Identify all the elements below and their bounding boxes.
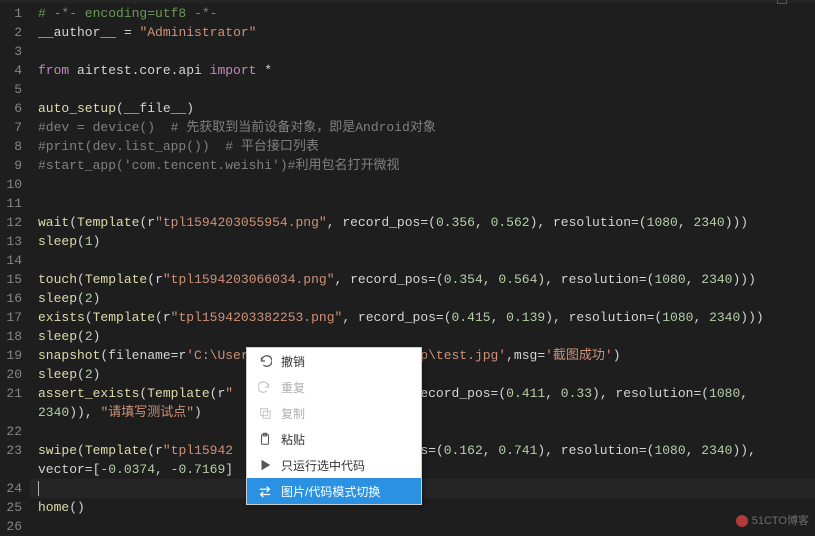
menu-item-toggle-mode[interactable]: 图片/代码模式切换 bbox=[247, 478, 421, 504]
line-number: 2 bbox=[4, 23, 22, 42]
line-number: 16 bbox=[4, 289, 22, 308]
code-area[interactable]: # -*- encoding=utf8 -*-__author__ = "Adm… bbox=[30, 0, 815, 532]
code-line[interactable] bbox=[30, 479, 815, 498]
line-number: 3 bbox=[4, 42, 22, 61]
line-number: 4 bbox=[4, 61, 22, 80]
line-number: 9 bbox=[4, 156, 22, 175]
code-line[interactable] bbox=[30, 175, 815, 194]
code-line[interactable]: swipe(Template(r"tpl15942 s=(0.162, 0.74… bbox=[30, 441, 815, 460]
line-number: 18 bbox=[4, 327, 22, 346]
context-menu[interactable]: 撤销重复复制粘贴只运行选中代码图片/代码模式切换 bbox=[246, 347, 422, 505]
line-number: 24 bbox=[4, 479, 22, 498]
line-number: 20 bbox=[4, 365, 22, 384]
code-line[interactable] bbox=[30, 42, 815, 61]
line-number: 14 bbox=[4, 251, 22, 270]
line-number: 5 bbox=[4, 80, 22, 99]
line-number: 19 bbox=[4, 346, 22, 365]
line-number: 26 bbox=[4, 517, 22, 536]
line-number: 10 bbox=[4, 175, 22, 194]
menu-item-label: 只运行选中代码 bbox=[281, 457, 365, 474]
line-number-gutter: 1234567891011121314151617181920212223242… bbox=[0, 0, 30, 532]
menu-item-paste[interactable]: 粘贴 bbox=[247, 426, 421, 452]
code-line[interactable] bbox=[30, 194, 815, 213]
menu-item-label: 撤销 bbox=[281, 353, 305, 370]
copy-icon bbox=[257, 405, 273, 421]
line-number: 17 bbox=[4, 308, 22, 327]
menu-item-undo[interactable]: 撤销 bbox=[247, 348, 421, 374]
code-line[interactable]: auto_setup(__file__) bbox=[30, 99, 815, 118]
line-number: 21 bbox=[4, 384, 22, 403]
code-line[interactable]: touch(Template(r"tpl1594203066034.png", … bbox=[30, 270, 815, 289]
menu-item-label: 复制 bbox=[281, 405, 305, 422]
watermark-logo-icon bbox=[736, 515, 748, 527]
menu-item-run-selection[interactable]: 只运行选中代码 bbox=[247, 452, 421, 478]
menu-item-copy: 复制 bbox=[247, 400, 421, 426]
watermark: 51CTO博客 bbox=[736, 512, 809, 528]
code-line[interactable] bbox=[30, 251, 815, 270]
line-number: 1 bbox=[4, 4, 22, 23]
line-number: 13 bbox=[4, 232, 22, 251]
undo-icon bbox=[257, 353, 273, 369]
code-line[interactable]: sleep(2) bbox=[30, 289, 815, 308]
code-line[interactable]: from airtest.core.api import * bbox=[30, 61, 815, 80]
code-line[interactable]: # -*- encoding=utf8 -*- bbox=[30, 4, 815, 23]
line-number: 25 bbox=[4, 498, 22, 517]
line-number: 15 bbox=[4, 270, 22, 289]
line-number: 22 bbox=[4, 422, 22, 441]
line-number bbox=[4, 460, 22, 479]
line-number: 11 bbox=[4, 194, 22, 213]
menu-item-label: 粘贴 bbox=[281, 431, 305, 448]
code-line[interactable] bbox=[30, 80, 815, 99]
line-number: 12 bbox=[4, 213, 22, 232]
code-line[interactable]: #print(dev.list_app()) # 平台接口列表 bbox=[30, 137, 815, 156]
line-number: 23 bbox=[4, 441, 22, 460]
paste-icon bbox=[257, 431, 273, 447]
code-line[interactable] bbox=[30, 422, 815, 441]
code-line[interactable] bbox=[30, 517, 815, 536]
code-line[interactable]: __author__ = "Administrator" bbox=[30, 23, 815, 42]
watermark-text: 51CTO博客 bbox=[752, 515, 809, 527]
code-line[interactable]: 2340)), "请填写测试点") bbox=[30, 403, 815, 422]
line-number: 8 bbox=[4, 137, 22, 156]
code-line[interactable]: sleep(1) bbox=[30, 232, 815, 251]
code-line[interactable]: sleep(2) bbox=[30, 365, 815, 384]
code-line[interactable]: assert_exists(Template(r" record_pos=(0.… bbox=[30, 384, 815, 403]
code-line[interactable]: #start_app('com.tencent.weishi')#利用包名打开微… bbox=[30, 156, 815, 175]
menu-item-label: 重复 bbox=[281, 379, 305, 396]
code-line[interactable]: snapshot(filename=r'C:\Users\Administrat… bbox=[30, 346, 815, 365]
menu-item-redo: 重复 bbox=[247, 374, 421, 400]
menu-item-label: 图片/代码模式切换 bbox=[281, 483, 380, 500]
play-icon bbox=[257, 457, 273, 473]
code-line[interactable]: exists(Template(r"tpl1594203382253.png",… bbox=[30, 308, 815, 327]
code-line[interactable]: vector=[-0.0374, -0.7169] bbox=[30, 460, 815, 479]
code-line[interactable]: home() bbox=[30, 498, 815, 517]
line-number: 7 bbox=[4, 118, 22, 137]
code-line[interactable]: wait(Template(r"tpl1594203055954.png", r… bbox=[30, 213, 815, 232]
line-number bbox=[4, 403, 22, 422]
swap-icon bbox=[257, 483, 273, 499]
code-line[interactable]: #dev = device() # 先获取到当前设备对象，即是Android对象 bbox=[30, 118, 815, 137]
code-line[interactable]: sleep(2) bbox=[30, 327, 815, 346]
line-number: 6 bbox=[4, 99, 22, 118]
redo-icon bbox=[257, 379, 273, 395]
